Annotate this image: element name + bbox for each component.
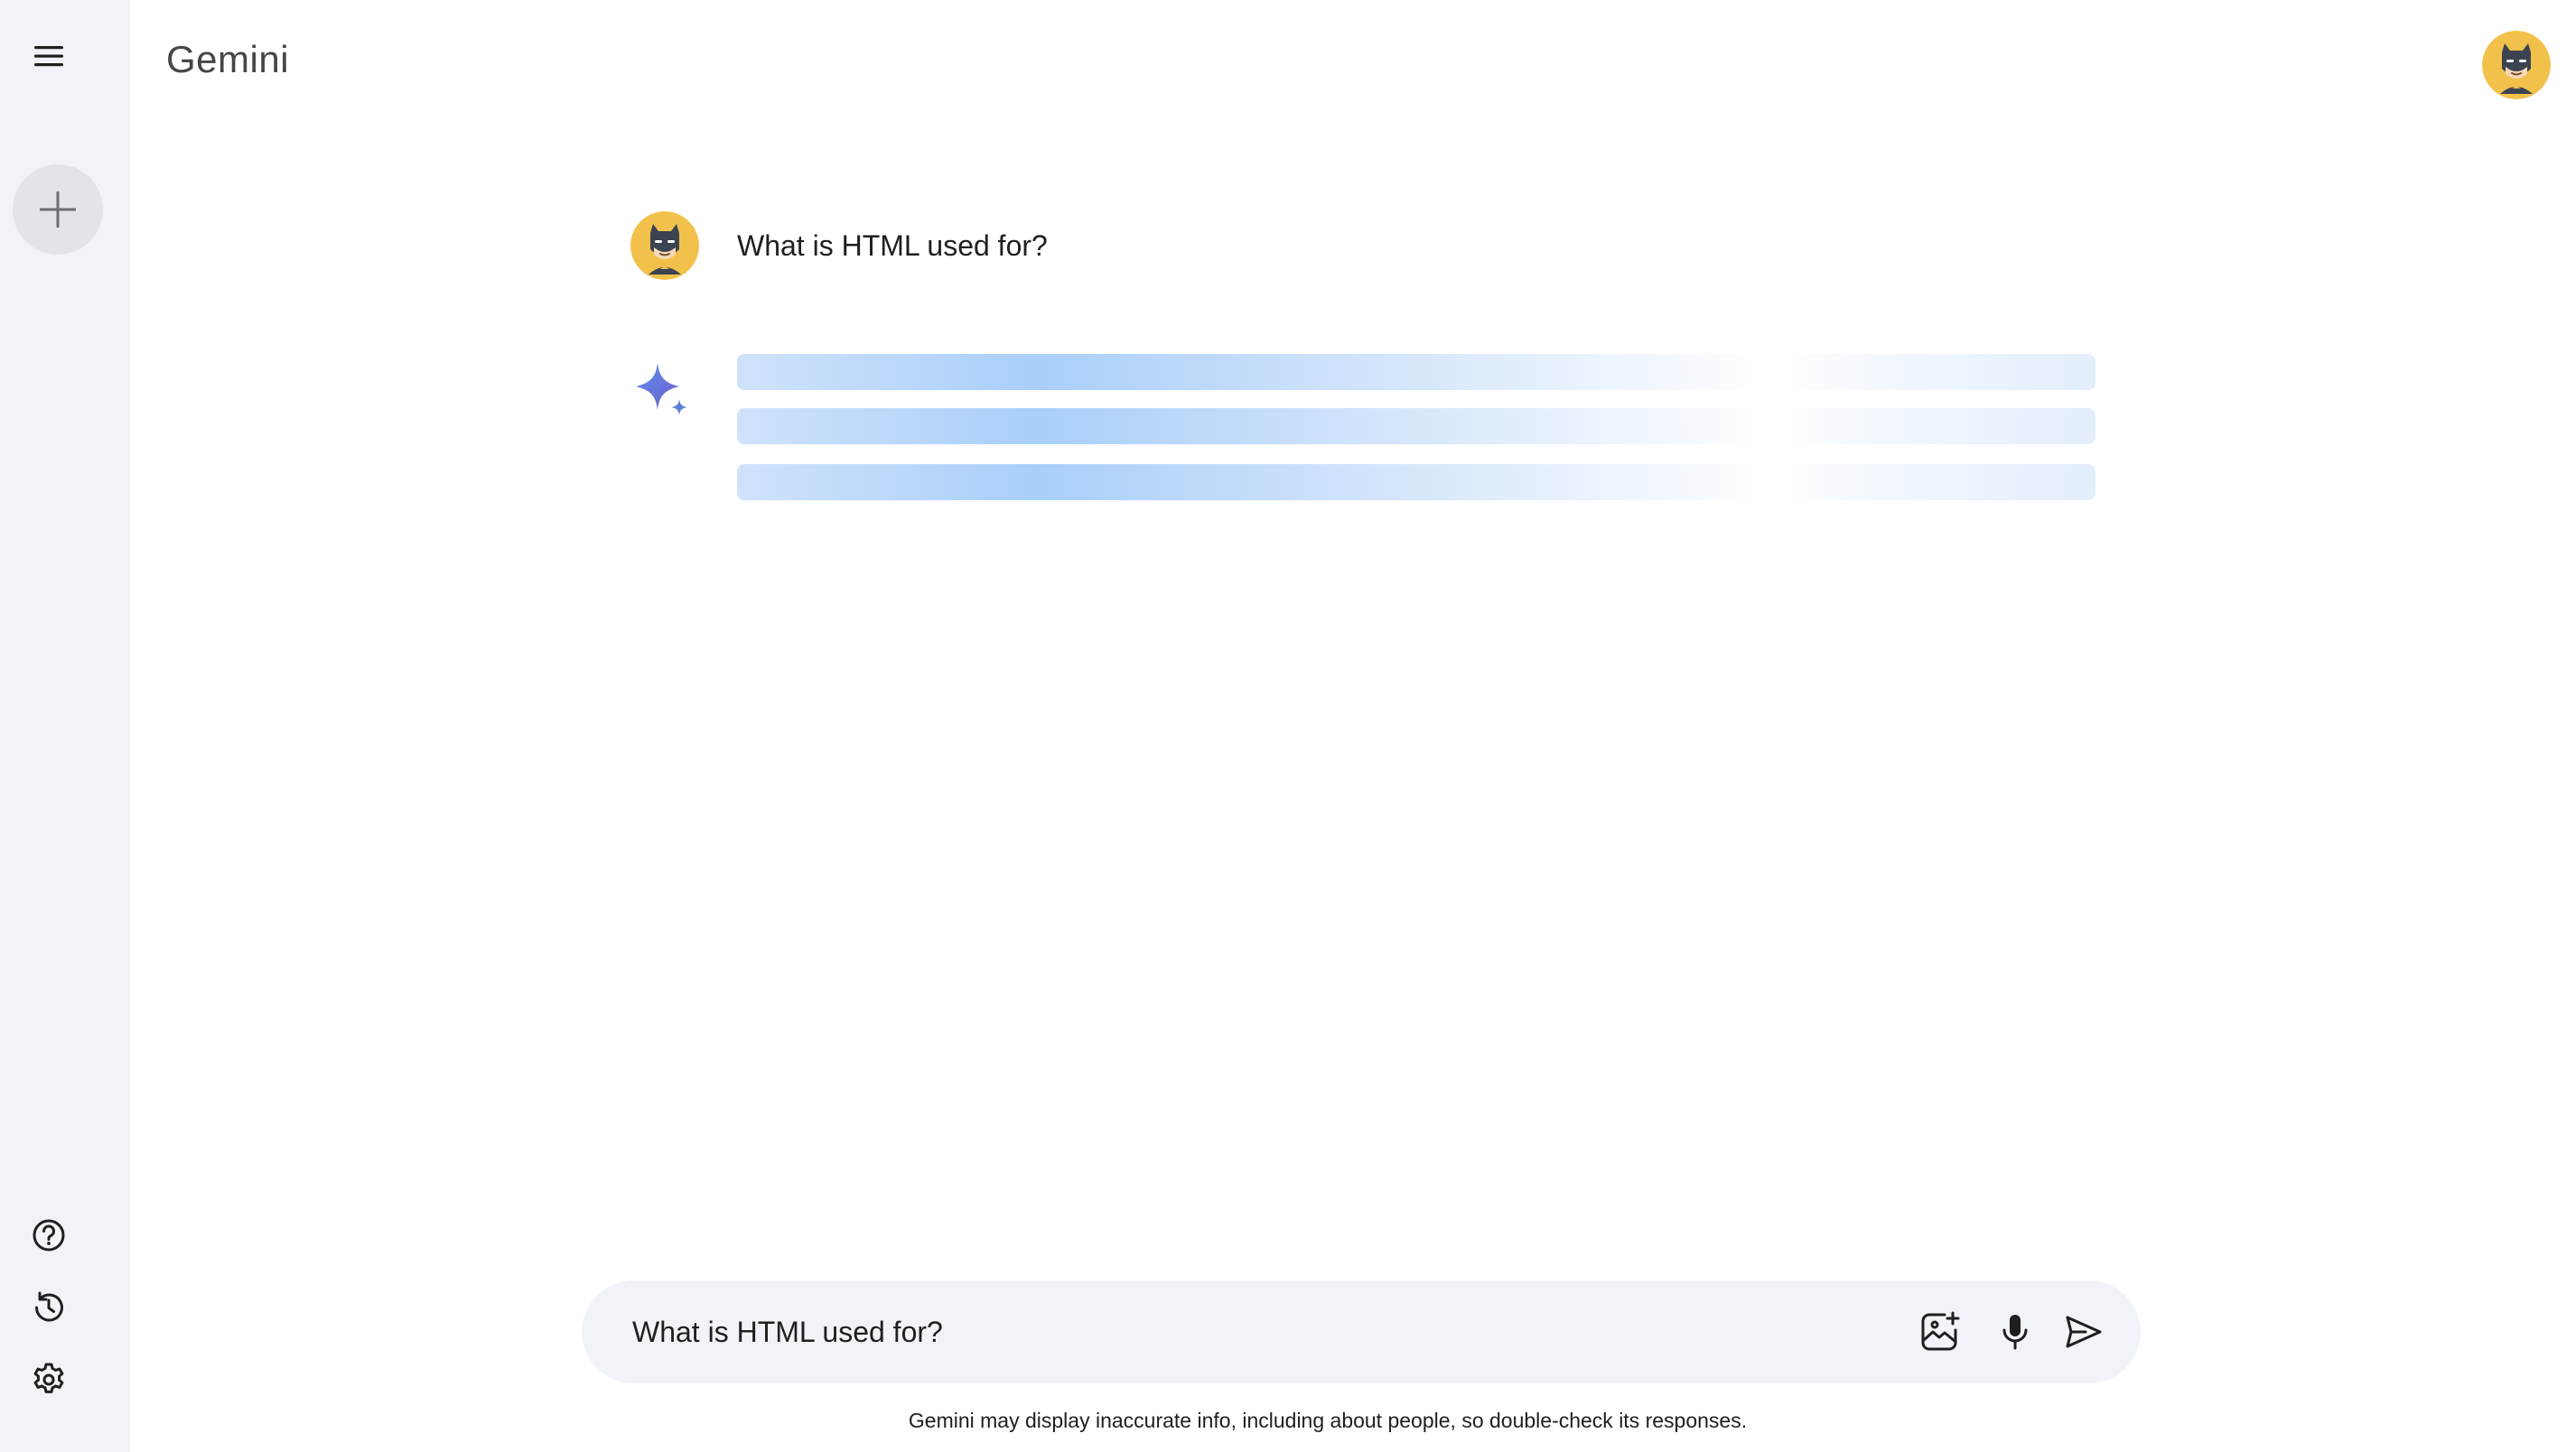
help-button[interactable] xyxy=(20,1206,78,1264)
help-circle-icon xyxy=(33,1219,65,1252)
user-query-text: What is HTML used for? xyxy=(737,229,1048,262)
new-chat-button[interactable] xyxy=(13,164,103,255)
upload-image-button[interactable] xyxy=(1911,1304,1967,1360)
history-icon xyxy=(35,1291,63,1322)
prompt-input[interactable] xyxy=(632,1308,1806,1356)
microphone-button[interactable] xyxy=(1987,1304,2043,1360)
microphone-icon xyxy=(2002,1315,2028,1350)
gear-icon xyxy=(33,1363,64,1393)
disclaimer-text: Gemini may display inaccurate info, incl… xyxy=(908,1409,1748,1432)
response-loading-bar xyxy=(737,408,2095,444)
disclaimer-container: Gemini may display inaccurate info, incl… xyxy=(130,1409,2576,1433)
user-avatar xyxy=(630,211,699,280)
app-title[interactable]: Gemini xyxy=(166,38,289,81)
activity-history-button[interactable] xyxy=(20,1279,78,1336)
avatar-icon xyxy=(2482,31,2551,99)
plus-icon xyxy=(40,191,76,228)
response-loading-bar xyxy=(737,464,2095,500)
main-menu-button[interactable] xyxy=(20,27,78,85)
gemini-app: Gemini What is HTML used for? What is HT… xyxy=(0,0,2576,1452)
send-button[interactable] xyxy=(2056,1304,2112,1360)
gemini-sparkle-icon xyxy=(636,363,687,415)
gemini-response-icon xyxy=(632,359,690,421)
response-loading-bar xyxy=(737,354,2095,390)
sidebar xyxy=(0,0,130,1452)
prompt-input-container xyxy=(582,1280,2141,1383)
account-avatar[interactable] xyxy=(2482,31,2551,99)
settings-button[interactable] xyxy=(20,1351,78,1409)
hamburger-menu-icon xyxy=(34,46,63,67)
avatar-icon xyxy=(630,211,699,280)
image-upload-icon xyxy=(1921,1311,1960,1351)
send-icon xyxy=(2066,1316,2102,1348)
